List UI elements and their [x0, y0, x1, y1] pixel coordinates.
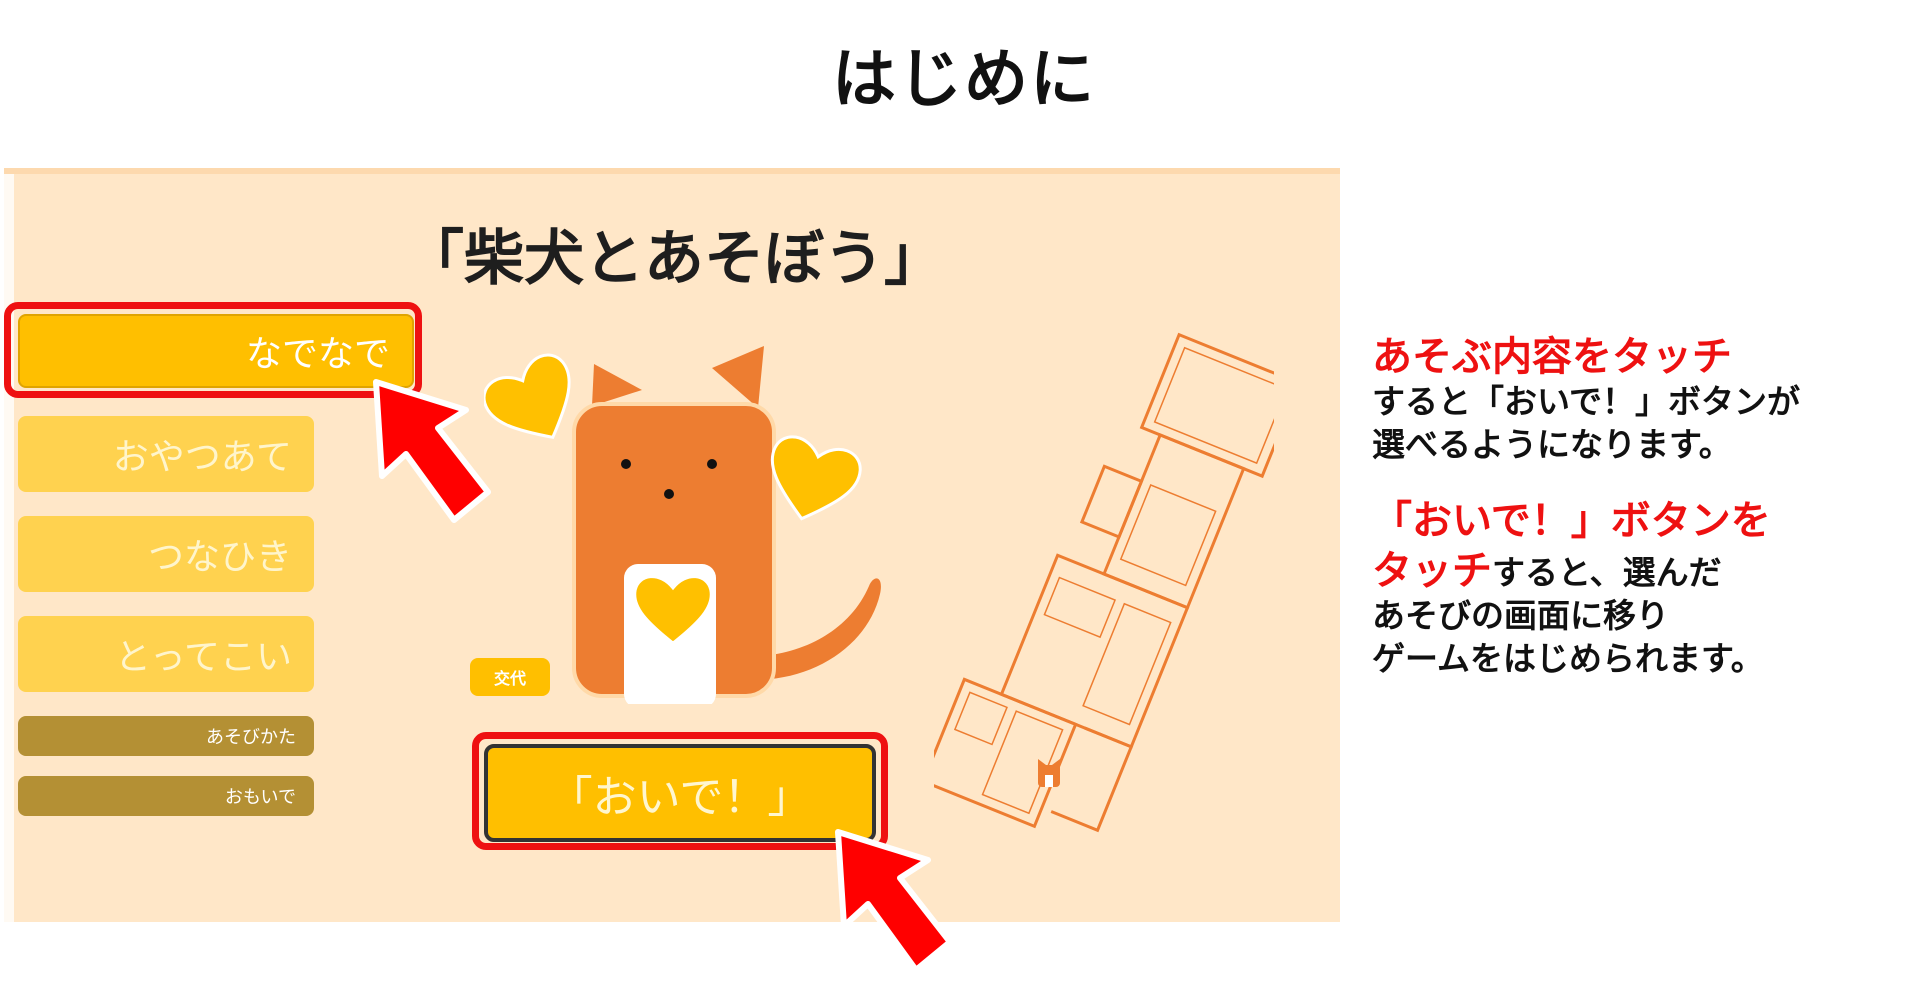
menu-button-label: つなひき: [147, 537, 292, 578]
instruction-text: 選べるようになります。: [1372, 425, 1732, 464]
instruction-heading-1: あそぶ内容をタッチ: [1372, 334, 1732, 380]
app-screen: 「柴犬とあそぼう」 なでなで おやつあて つなひき とってこい あそびかた おも…: [4, 168, 1340, 922]
how-to-play-button[interactable]: あそびかた: [18, 716, 314, 756]
change-button[interactable]: 交代: [470, 658, 550, 696]
instructions-panel: あそぶ内容をタッチ すると「おいで！」ボタンが 選べるようになります。 「おいで…: [1372, 336, 1912, 680]
page-title: はじめに: [832, 43, 1096, 117]
pointer-arrow-icon: [835, 829, 953, 973]
menu-button-nadenade[interactable]: なでなで: [18, 314, 414, 388]
app-title: 「柴犬とあそぼう」: [404, 224, 944, 294]
menu-button-tsunahiki[interactable]: つなひき: [18, 516, 314, 592]
menu-button-oyatsuate[interactable]: おやつあて: [18, 416, 314, 492]
heart-icon: [770, 435, 862, 521]
menu-button-label: おやつあて: [112, 437, 292, 478]
memories-button[interactable]: おもいで: [18, 776, 314, 816]
instruction-text: あそびの画面に移り: [1372, 596, 1669, 635]
menu-button-label: なでなで: [245, 334, 390, 375]
heart-icon: [633, 575, 713, 645]
screen-edge: [4, 174, 14, 922]
floor-plan-map: [934, 332, 1274, 833]
instruction-text: すると、選んだ: [1492, 553, 1722, 592]
instruction-text: すると「おいで！」ボタンが: [1372, 382, 1801, 421]
menu-button-tottekoi[interactable]: とってこい: [18, 616, 314, 692]
heart-icon: [484, 353, 571, 440]
menu-button-label: おもいで: [224, 787, 296, 808]
menu-button-label: とってこい: [114, 637, 292, 678]
pointer-arrow-icon: [373, 379, 491, 523]
instruction-heading-2: 「おいで！」ボタンを: [1372, 498, 1771, 544]
instruction-text: ゲームをはじめられます。: [1372, 639, 1764, 678]
menu-button-label: あそびかた: [206, 727, 296, 748]
instruction-heading-2b: タッチ: [1372, 548, 1492, 594]
change-button-label: 交代: [493, 669, 526, 688]
call-button-label: 「おいで！」: [548, 772, 812, 823]
